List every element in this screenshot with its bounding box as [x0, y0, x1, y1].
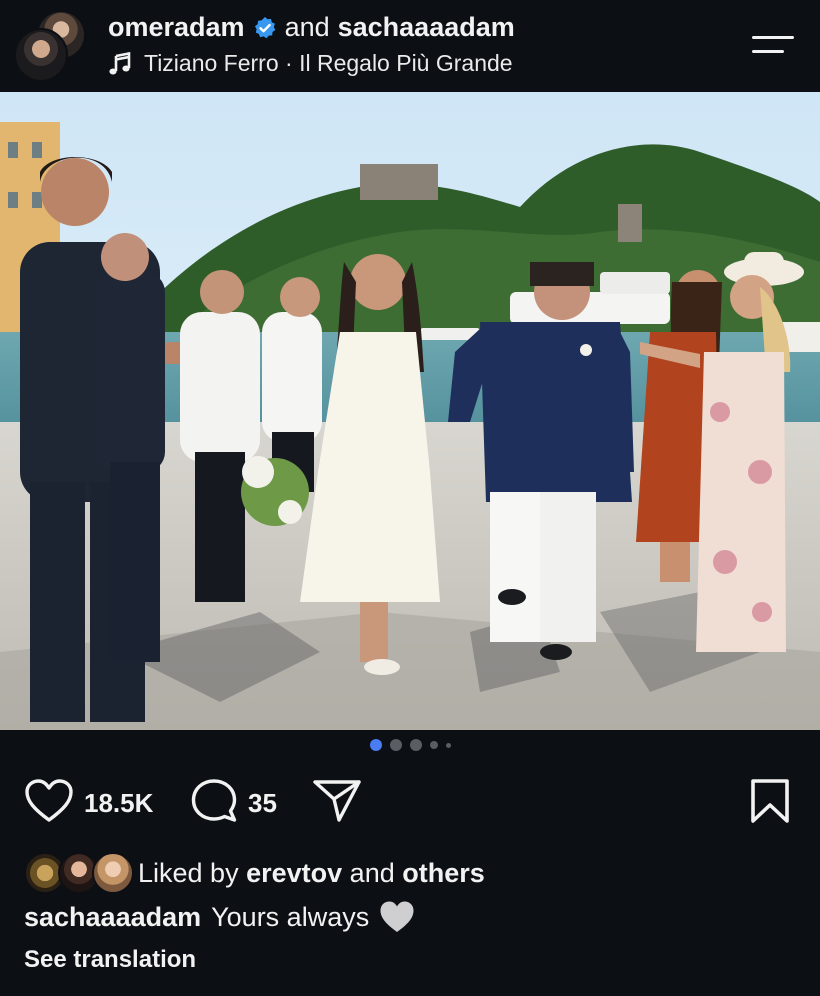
like-count[interactable]: 18.5K: [84, 788, 153, 819]
comment-button[interactable]: 35: [190, 776, 277, 830]
liked-by-prefix: Liked by: [138, 857, 239, 888]
carousel-indicator: [0, 738, 820, 752]
action-bar: 18.5K 35: [0, 776, 820, 830]
liked-by-row[interactable]: Liked by erevtov and others: [24, 850, 485, 896]
hamburger-menu-icon[interactable]: [752, 34, 796, 58]
music-note-icon: [108, 51, 132, 76]
carousel-dot: [409, 739, 422, 751]
caption-text: Yours always: [211, 901, 370, 932]
heart-icon: [24, 778, 74, 829]
bookmark-icon: [748, 778, 792, 829]
collab-avatars[interactable]: [14, 10, 86, 82]
liked-by-others[interactable]: others: [402, 858, 485, 888]
see-translation-link[interactable]: See translation: [24, 946, 196, 974]
like-button[interactable]: 18.5K: [24, 776, 153, 830]
post-header: omeradam and sachaaaadam Tiziano Ferro ·…: [0, 0, 820, 92]
post-photo[interactable]: [0, 92, 820, 730]
save-button[interactable]: [748, 776, 792, 830]
collab-usernames: omeradam and sachaaaadam: [108, 12, 515, 43]
comment-icon: [190, 777, 238, 830]
liker-avatar[interactable]: [92, 852, 134, 894]
audio-attribution[interactable]: Tiziano Ferro · Il Regalo Più Grande: [108, 50, 513, 77]
white-heart-emoji-icon: [379, 900, 415, 934]
username-omeradam[interactable]: omeradam: [108, 12, 245, 43]
song-title: Tiziano Ferro · Il Regalo Più Grande: [144, 50, 513, 76]
carousel-dot: [429, 741, 438, 749]
avatar-omeradam[interactable]: [14, 28, 68, 82]
caption-username[interactable]: sachaaaadam: [24, 902, 201, 933]
carousel-dot-active: [369, 739, 382, 751]
liker-avatars[interactable]: [24, 850, 136, 896]
liked-by-connector: and: [349, 857, 395, 888]
carousel-dot: [445, 742, 451, 748]
post-caption: sachaaaadam Yours always: [24, 896, 415, 938]
comment-count[interactable]: 35: [248, 788, 277, 819]
verified-badge-icon: [253, 16, 277, 40]
liked-by-text: Liked by erevtov and others: [138, 858, 485, 889]
username-sachaaaadam[interactable]: sachaaaadam: [338, 12, 515, 43]
send-icon: [312, 778, 362, 829]
share-button[interactable]: [312, 776, 362, 830]
liked-by-user[interactable]: erevtov: [246, 858, 342, 888]
username-connector: and: [284, 12, 330, 42]
carousel-dot: [389, 739, 402, 751]
